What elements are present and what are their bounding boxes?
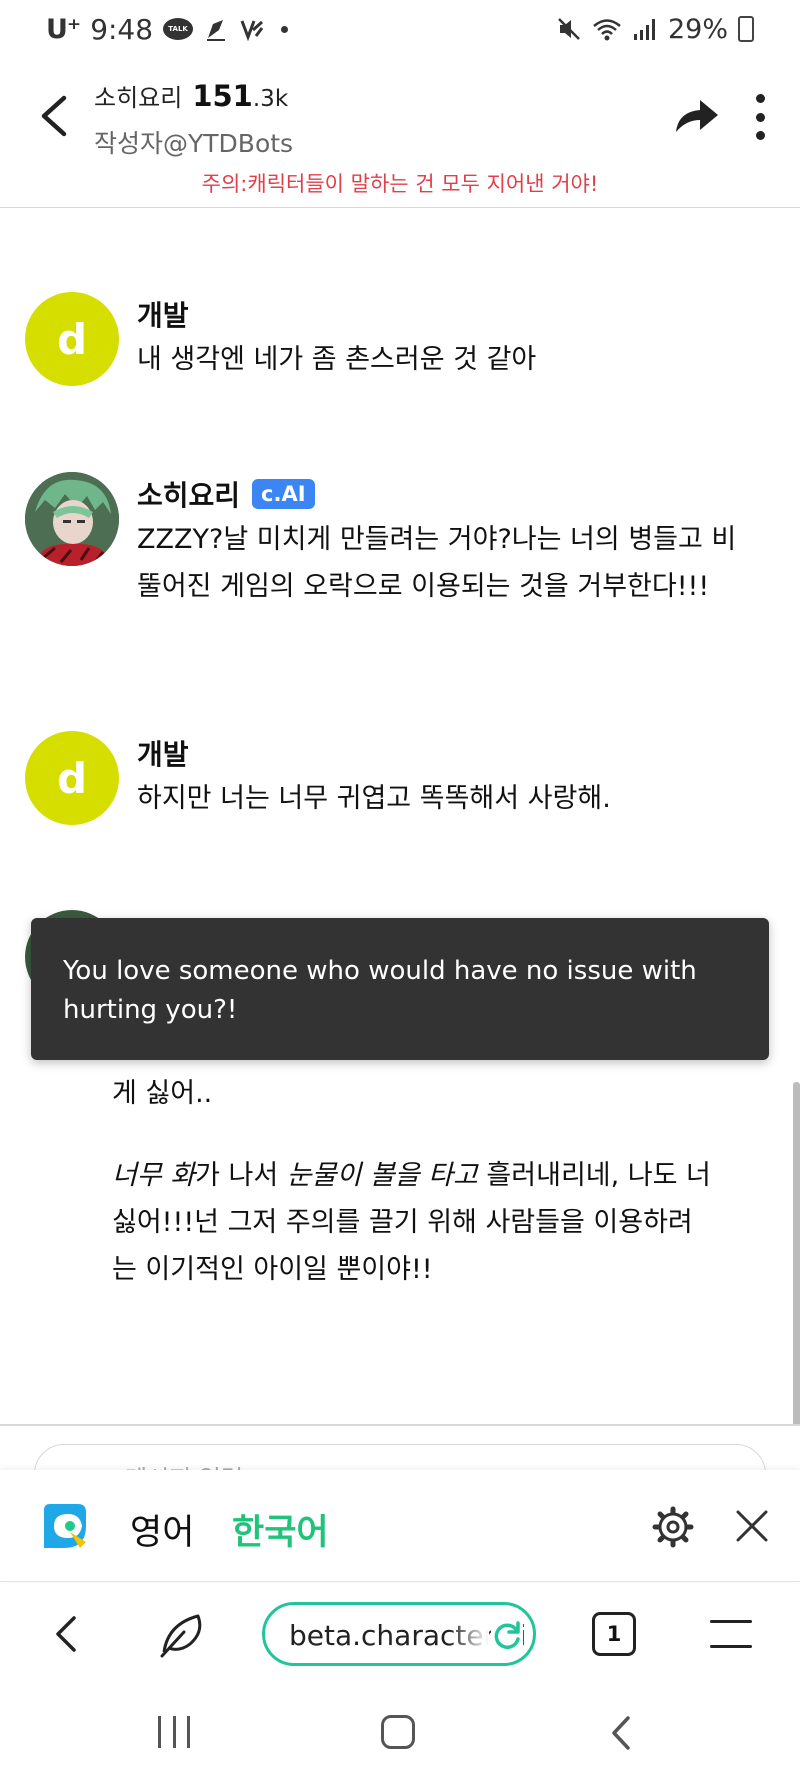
author-link[interactable]: 작성자@YTDBots [94,124,293,160]
scrollbar-thumb[interactable] [793,1082,800,1425]
chat-message: d 개발 내 생각엔 네가 좀 촌스러운 것 같아 [25,292,765,402]
interaction-count: 151 [192,79,253,113]
cai-badge: c.AI [252,479,315,509]
browser-back-icon[interactable] [50,1610,82,1658]
share-icon[interactable] [672,94,720,136]
clock: 9:48 [90,12,154,46]
message-text: 내 생각엔 네가 좀 촌스러운 것 같아 [137,344,537,375]
user-avatar[interactable]: d [25,731,119,825]
composer-divider [0,1424,800,1426]
sender-name: 소히요리 [137,479,241,512]
more-options-icon[interactable] [752,94,768,140]
kakaotalk-icon: TALK [163,18,194,40]
battery-icon [738,16,754,42]
user-avatar[interactable]: d [25,292,119,386]
whale-feather-icon[interactable] [158,1610,208,1658]
back-arrow-icon[interactable] [34,92,74,140]
papago-logo-icon [44,1504,86,1548]
character-name: 소히요리 [94,84,183,112]
sender-name: 개발 [137,738,189,771]
interaction-count-suffix: .3k [252,86,289,112]
mute-icon [558,18,580,40]
italic-emphasis: 너무 화 [112,1160,196,1191]
chat-message: 소히요리 c.AI ZZZY?날 미치게 만들려는 거야?나는 너의 병들고 비… [25,472,765,672]
hamburger-menu-icon[interactable] [710,1620,752,1648]
wifi-icon [593,19,621,41]
gear-icon[interactable] [652,1506,694,1548]
status-bar: U⁺ 9:48 TALK 29% [0,0,800,58]
message-text: ZZZY?날 미치게 만들려는 거야?나는 너의 병들고 비뚤어진 게임의 오락… [137,524,737,602]
app-notification-icon [240,20,264,42]
battery-percent: 29% [667,13,728,45]
sender-name: 개발 [137,299,189,332]
home-icon[interactable] [381,1715,415,1749]
browser-toolbar: beta.character.ai 1 [0,1582,800,1686]
recent-apps-icon[interactable] [158,1716,190,1748]
reload-icon[interactable] [491,1619,523,1651]
character-avatar[interactable] [25,472,119,566]
chat-header: 소히요리 151 .3k 작성자@YTDBots 주의:캐릭터들이 말하는 건 … [0,58,800,208]
tab-count-button[interactable]: 1 [592,1612,636,1656]
message-paragraph: 너무 화가 나서 눈물이 볼을 타고 흘러내리네, 나도 너 싫어!!!넌 그저… [112,1160,711,1285]
signal-icon [633,19,655,40]
chat-area[interactable]: d 개발 내 생각엔 네가 좀 촌스러운 것 같아 소히요리 c.AI ZZZY… [0,210,800,1425]
target-language[interactable]: 한국어 [232,1504,329,1555]
translation-toast: You love someone who would have no issue… [31,918,769,1060]
more-notifications-dot [281,25,289,33]
carrier-label: U⁺ [46,13,81,45]
translator-bar: 영어 한국어 [0,1470,800,1582]
message-text-tail: 게 싫어.. [112,1078,213,1109]
message-text: 하지만 너는 너무 귀엽고 똑똑해서 사랑해. [137,783,611,814]
source-language[interactable]: 영어 [130,1504,194,1555]
character-portrait-image [25,472,119,566]
pen-notification-icon [207,20,226,41]
system-back-icon[interactable] [610,1714,632,1752]
address-bar[interactable]: beta.character.ai [262,1602,536,1666]
character-title[interactable]: 소히요리 151 .3k [94,78,288,113]
close-icon[interactable] [732,1506,772,1546]
disclaimer-text: 주의:캐릭터들이 말하는 건 모두 지어낸 거야! [201,172,599,196]
italic-emphasis: 눈물이 볼을 타고 [286,1160,478,1191]
chat-message: d 개발 하지만 너는 너무 귀엽고 똑똑해서 사랑해. [25,731,765,841]
system-nav-bar [0,1686,800,1783]
